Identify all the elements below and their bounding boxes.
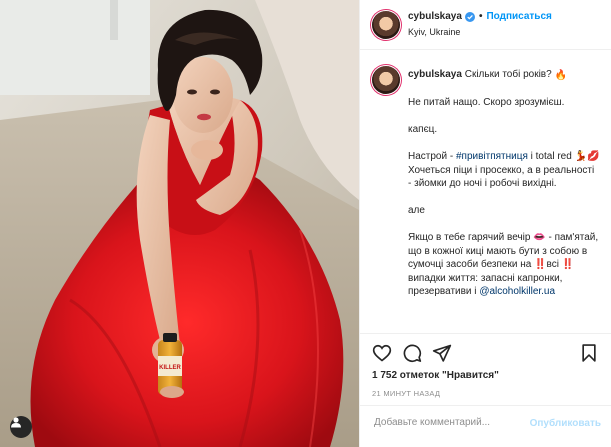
caption-question: Скільки тобі років?: [464, 69, 552, 80]
user-tag-icon: [11, 417, 21, 428]
username-link[interactable]: cybulskaya: [408, 11, 462, 22]
add-comment-bar: Опубликовать: [360, 405, 611, 447]
verified-icon: [464, 11, 475, 22]
caption-username[interactable]: cybulskaya: [408, 69, 462, 80]
photo-illustration: KILLER: [0, 0, 359, 447]
emoji-fire-icon: 🔥: [554, 70, 567, 81]
avatar[interactable]: [372, 11, 400, 39]
user-tag-button[interactable]: [10, 416, 32, 438]
hashtag-link[interactable]: #привітпятниця: [456, 151, 528, 162]
action-bar: [360, 340, 611, 370]
post-timestamp[interactable]: 21 МИНУТ НАЗАД: [372, 389, 440, 398]
bottle-label: KILLER: [159, 365, 181, 371]
location-link[interactable]: Kyiv, Ukraine: [408, 27, 460, 37]
caption-text: cybulskaya Скільки тобі років? 🔥 Не пита…: [408, 68, 600, 312]
caption-line-3: Настрой - #привітпятниця і total red 💃💋 …: [408, 150, 600, 191]
caption-avatar[interactable]: [372, 66, 400, 94]
heart-icon[interactable]: [372, 343, 392, 363]
mood-prefix: Настрой -: [408, 151, 456, 162]
likes-count[interactable]: 1 752 отметок "Нравится": [372, 370, 499, 381]
mood-suffix: і total red 💃💋: [527, 151, 600, 162]
post-side-panel: cybulskaya • Подписаться Kyiv, Ukraine c…: [359, 0, 611, 447]
mention-link[interactable]: @alcoholkiller.ua: [479, 286, 555, 297]
header-user-line: cybulskaya • Подписаться: [408, 11, 552, 22]
caption-line-4: Хочеться піци і просекко, а в реальності…: [408, 164, 595, 190]
post-photo[interactable]: KILLER: [0, 0, 359, 447]
caption-line-5: але: [408, 205, 425, 216]
bookmark-icon[interactable]: [579, 343, 599, 363]
comment-input[interactable]: [372, 416, 536, 429]
caption-area[interactable]: cybulskaya Скільки тобі років? 🔥 Не пита…: [360, 50, 611, 334]
caption-line-2: капєц.: [408, 124, 438, 135]
post-header: cybulskaya • Подписаться Kyiv, Ukraine: [360, 0, 611, 50]
follow-button[interactable]: Подписаться: [486, 11, 551, 22]
caption-line-1: Не питай нащо. Скоро зрозумієш.: [408, 97, 565, 108]
comment-icon[interactable]: [402, 343, 422, 363]
caption-line-6: Якщо в тебе гарячий вечір 👄 - пам'ятай, …: [408, 231, 600, 299]
publish-button[interactable]: Опубликовать: [530, 418, 601, 429]
share-icon[interactable]: [432, 343, 452, 363]
instagram-post: KILLER cybulskaya • Подписаться Kyiv, Uk…: [0, 0, 611, 447]
separator-dot: •: [478, 11, 483, 22]
